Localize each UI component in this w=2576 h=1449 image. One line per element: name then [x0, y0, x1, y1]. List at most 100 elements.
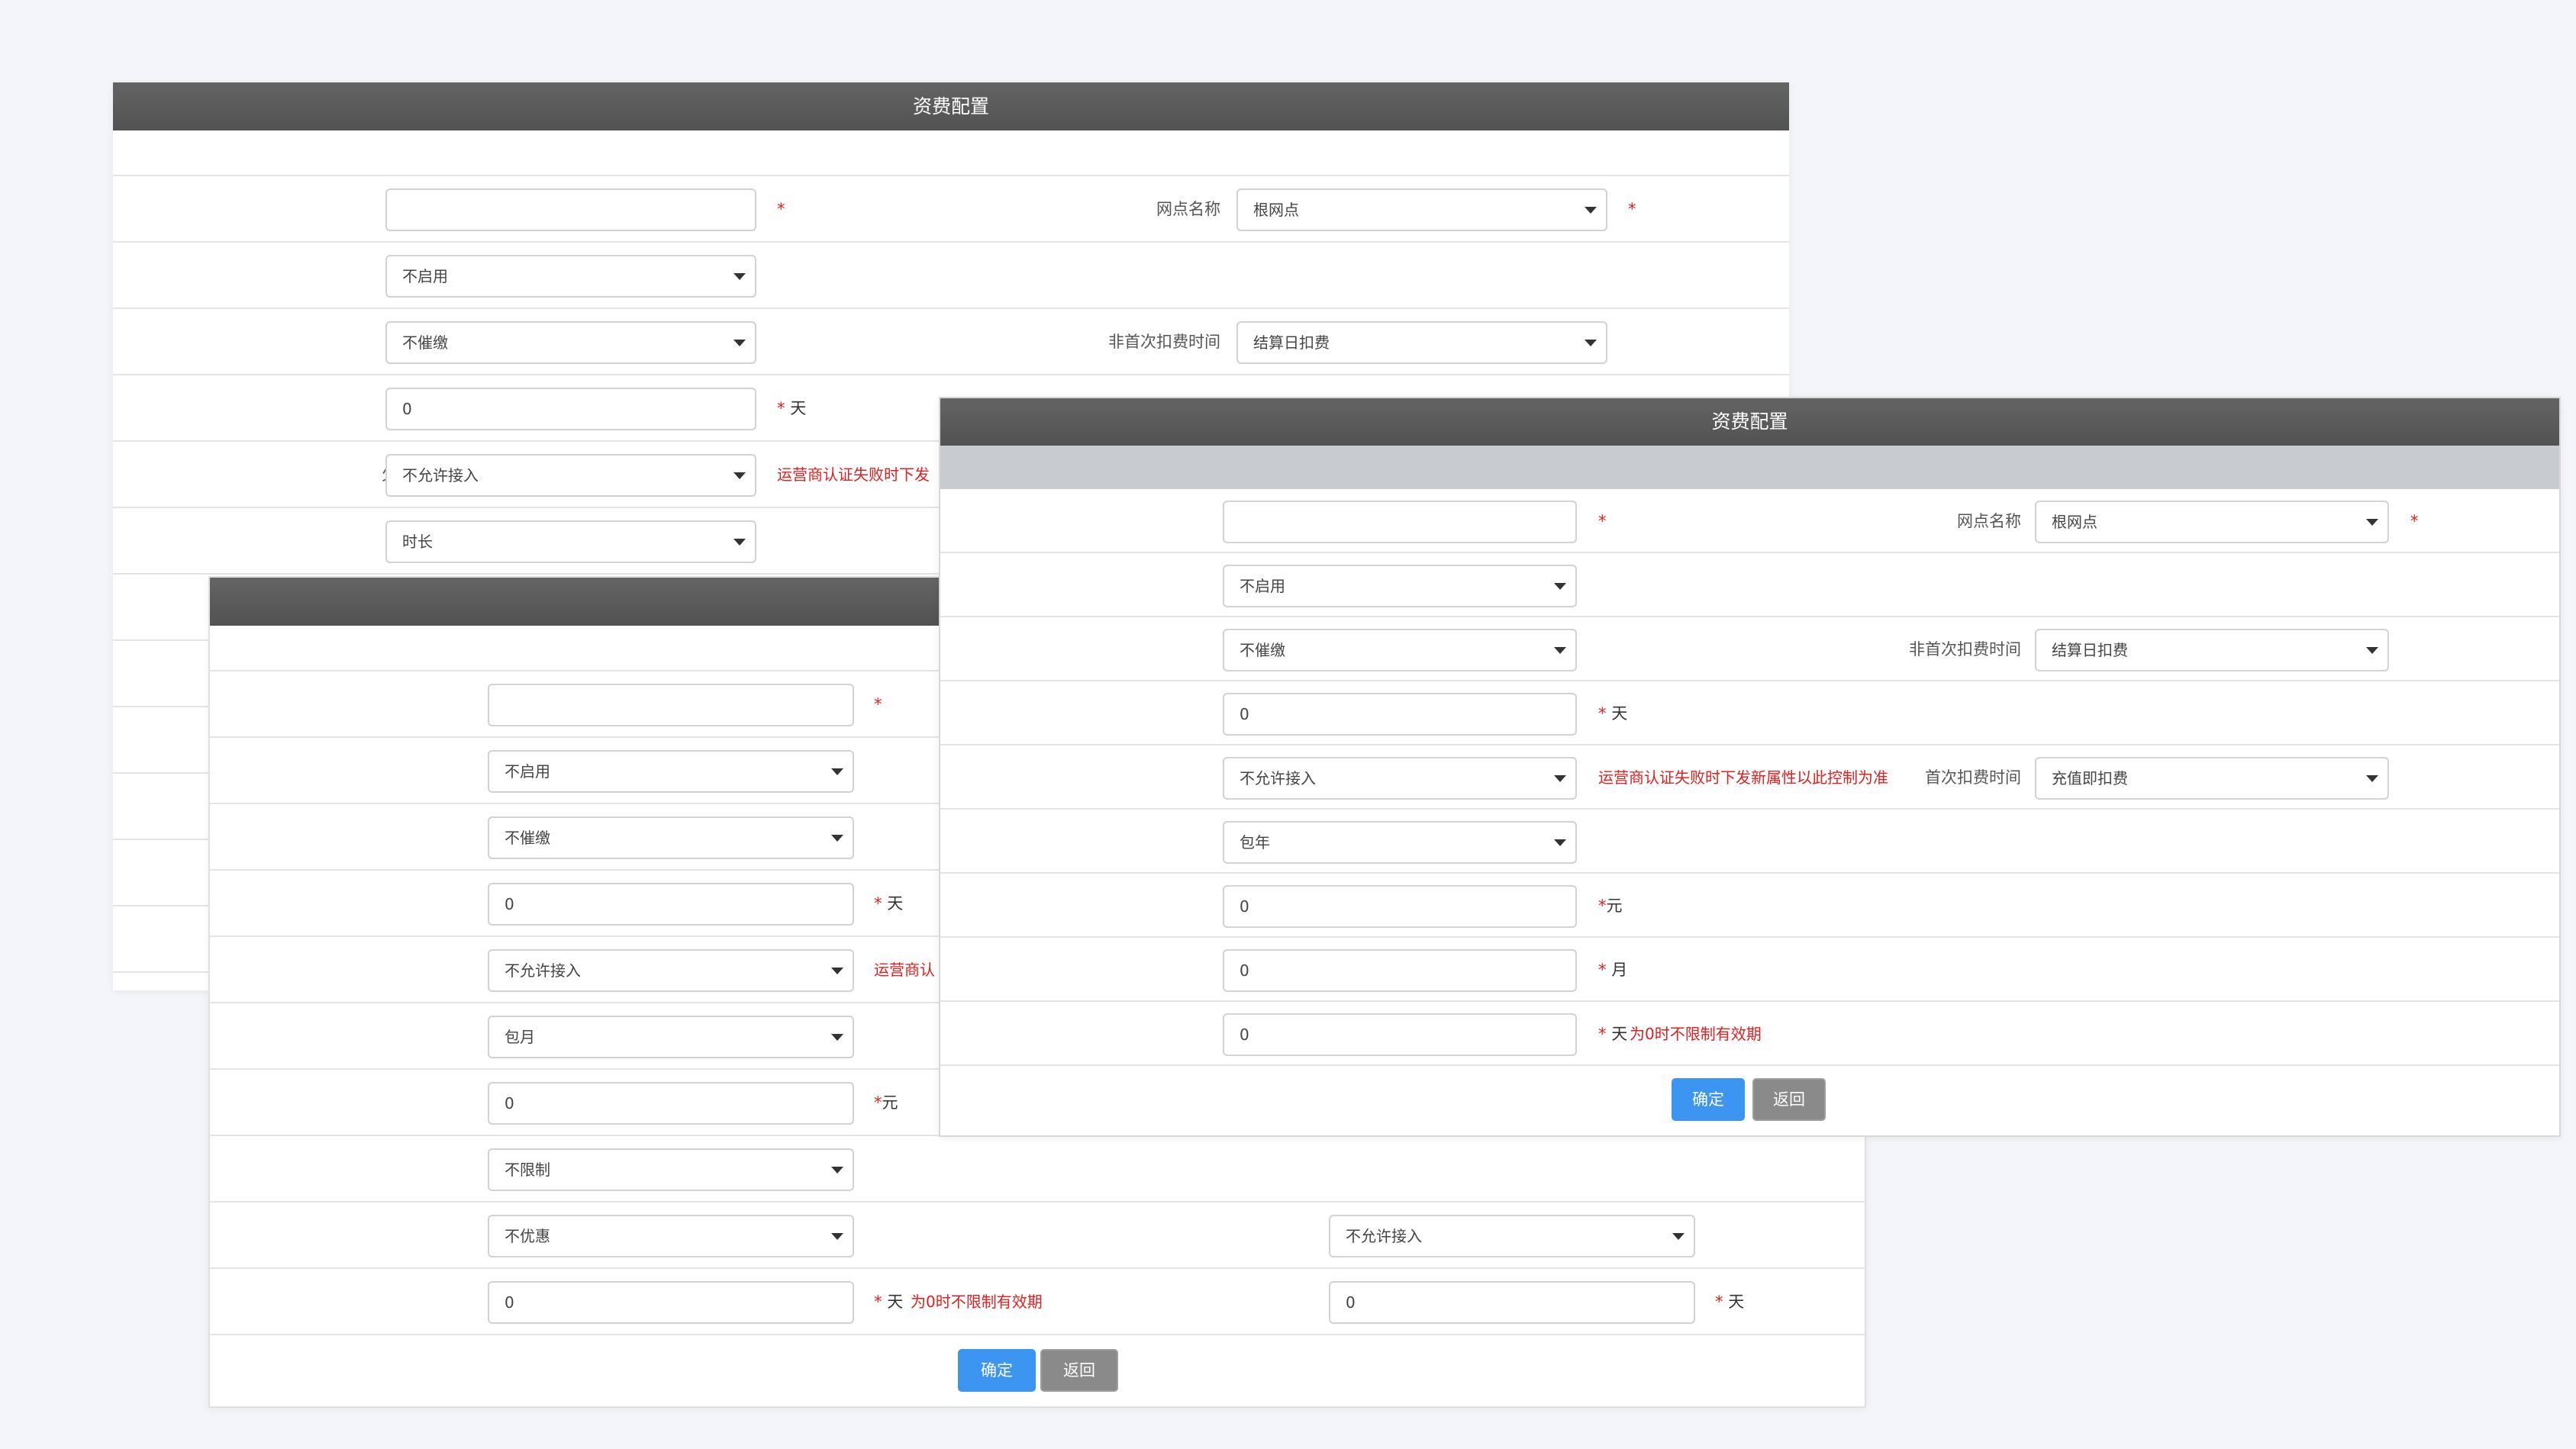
- package-exhausted-control-select[interactable]: 不允许接入: [1329, 1215, 1695, 1257]
- strategy-desc-input[interactable]: [488, 684, 854, 726]
- required-mark: *: [1628, 200, 1636, 218]
- hint-text: 为0时不限制有效期: [911, 1293, 1043, 1311]
- chevron-down-icon: [831, 835, 843, 842]
- package-duration-input[interactable]: 0: [1223, 949, 1577, 992]
- overdraft-select[interactable]: 不启用: [488, 750, 854, 793]
- unit-suffix: * 天: [874, 894, 904, 913]
- back-button[interactable]: 返回: [1752, 1078, 1826, 1121]
- holiday-discount-select[interactable]: 不优惠: [488, 1215, 854, 1257]
- chevron-down-icon: [1585, 207, 1597, 214]
- required-mark: *: [874, 695, 882, 713]
- form-row-overdraft: 透支标志 不启用: [113, 243, 1789, 309]
- chevron-down-icon: [733, 273, 746, 280]
- monthly-limit-select[interactable]: 不限制: [488, 1148, 854, 1191]
- form-row-account-validity: 账号有效期 0 * 天 为0时不限制有效期: [940, 1002, 2559, 1066]
- field-label: 网点名称: [1156, 200, 1220, 218]
- form-row-reminder: 缴费提醒(天) 0 * 天: [940, 681, 2559, 745]
- form-row-holiday-discount: 假期优惠 不优惠 业务包用完控制 不允许接入: [210, 1203, 1865, 1269]
- form-row-billing-type: 计费类型 包年: [940, 810, 2559, 874]
- form-row-monthly-limit: 包月限制 不限制: [210, 1136, 1865, 1203]
- arrears-control-select[interactable]: 不允许接入: [1223, 757, 1577, 800]
- reminder-days-input[interactable]: 0: [1223, 693, 1577, 736]
- unit-suffix: * 天: [1598, 1025, 1628, 1043]
- chevron-down-icon: [1554, 583, 1566, 590]
- chevron-down-icon: [733, 539, 746, 546]
- tariff-form-panel-yearly: 资费配置 策略描述 * 网点名称 根网点 * 透支标志 不启用 催缴方式 不催缴…: [939, 397, 2561, 1137]
- non-first-charge-time-select[interactable]: 结算日扣费: [1236, 321, 1607, 364]
- chevron-down-icon: [1672, 1233, 1685, 1240]
- form-actions: 确定 返回: [940, 1066, 2559, 1133]
- dunning-select[interactable]: 不催缴: [1223, 629, 1577, 671]
- reminder-days-input[interactable]: 0: [385, 388, 756, 430]
- chevron-down-icon: [1585, 340, 1597, 346]
- chevron-down-icon: [831, 1034, 843, 1041]
- panel-header: 资费配置: [113, 82, 1789, 130]
- form-row-package-duration: 所包时间 0 * 月: [940, 938, 2559, 1002]
- arrears-control-select[interactable]: 不允许接入: [385, 454, 756, 497]
- form-row-overdraft: 透支标志 不启用: [940, 553, 2559, 617]
- reminder-days-input[interactable]: 0: [488, 883, 854, 926]
- form-row-account-validity: 账号有效期 0 * 天 为0时不限制有效期 欠费宽限(天) 0 * 天: [210, 1269, 1865, 1335]
- field-label: 首次扣费时间: [1925, 768, 2021, 787]
- form-row-arrears-control: 欠费停用控制 不允许接入 运营商认证失败时下发新属性以此控制为准 首次扣费时间 …: [940, 745, 2559, 810]
- hint-text: 运营商认证失败时下发: [777, 465, 930, 484]
- chevron-down-icon: [733, 472, 746, 479]
- branch-select[interactable]: 根网点: [1236, 188, 1607, 231]
- dunning-select[interactable]: 不催缴: [488, 816, 854, 859]
- required-mark: *: [2410, 512, 2419, 530]
- form-row-strategy-desc: 策略描述 * 网点名称 根网点 *: [113, 176, 1789, 243]
- field-label: 非首次扣费时间: [1108, 333, 1220, 351]
- non-first-charge-time-select[interactable]: 结算日扣费: [2035, 629, 2389, 671]
- unit-suffix: *元: [874, 1093, 898, 1112]
- confirm-button[interactable]: 确定: [958, 1349, 1036, 1392]
- header-spacer: [113, 130, 1789, 176]
- chevron-down-icon: [2366, 519, 2378, 526]
- form-row-dunning: 催缴方式 不催缴 非首次扣费时间 结算日扣费: [113, 309, 1789, 375]
- form-row-yearly-amount: 包年金额 0 *元: [940, 874, 2559, 938]
- form-row-strategy-desc: 策略描述 * 网点名称 根网点 *: [940, 489, 2559, 553]
- account-validity-input[interactable]: 0: [488, 1281, 854, 1324]
- unit-suffix: * 月: [1598, 961, 1628, 979]
- billing-type-select[interactable]: 时长: [385, 520, 756, 563]
- header-spacer: [940, 446, 2559, 489]
- unit-suffix: *元: [1598, 897, 1623, 915]
- chevron-down-icon: [2366, 775, 2378, 782]
- unit-suffix: * 天: [1598, 704, 1628, 723]
- unit-suffix: * 天: [777, 399, 807, 417]
- monthly-amount-input[interactable]: 0: [488, 1082, 854, 1125]
- grace-days-input[interactable]: 0: [1329, 1281, 1695, 1324]
- branch-select[interactable]: 根网点: [2035, 501, 2389, 543]
- field-label: 非首次扣费时间: [1909, 640, 2021, 658]
- confirm-button[interactable]: 确定: [1672, 1078, 1745, 1121]
- required-mark: *: [777, 200, 785, 218]
- yearly-amount-input[interactable]: 0: [1223, 885, 1577, 928]
- arrears-control-select[interactable]: 不允许接入: [488, 949, 854, 992]
- billing-type-select[interactable]: 包月: [488, 1016, 854, 1058]
- form-actions: 确定 返回: [210, 1335, 1865, 1404]
- hint-text: 为0时不限制有效期: [1630, 1025, 1762, 1043]
- overdraft-select[interactable]: 不启用: [1223, 565, 1577, 607]
- back-button[interactable]: 返回: [1040, 1349, 1118, 1392]
- form-row-dunning: 催缴方式 不催缴 非首次扣费时间 结算日扣费: [940, 617, 2559, 681]
- chevron-down-icon: [1554, 647, 1566, 654]
- first-charge-time-select[interactable]: 充值即扣费: [2035, 757, 2389, 800]
- chevron-down-icon: [1554, 775, 1566, 782]
- unit-suffix: * 天: [1715, 1293, 1745, 1311]
- chevron-down-icon: [831, 1167, 843, 1174]
- dunning-select[interactable]: 不催缴: [385, 321, 756, 364]
- chevron-down-icon: [831, 768, 843, 775]
- chevron-down-icon: [831, 1233, 843, 1240]
- chevron-down-icon: [831, 968, 843, 974]
- account-validity-input[interactable]: 0: [1223, 1013, 1577, 1056]
- chevron-down-icon: [2366, 647, 2378, 654]
- billing-type-select[interactable]: 包年: [1223, 821, 1577, 864]
- chevron-down-icon: [733, 340, 746, 346]
- strategy-desc-input[interactable]: [1223, 501, 1577, 543]
- required-mark: *: [1598, 512, 1607, 530]
- hint-text: 运营商认证失败时下发新属性以此控制为准: [1598, 768, 1888, 787]
- overdraft-select[interactable]: 不启用: [385, 255, 756, 298]
- panel-header: 资费配置: [940, 398, 2559, 446]
- unit-suffix: * 天: [874, 1293, 904, 1311]
- strategy-desc-input[interactable]: [385, 188, 756, 231]
- hint-text: 运营商认: [874, 961, 935, 979]
